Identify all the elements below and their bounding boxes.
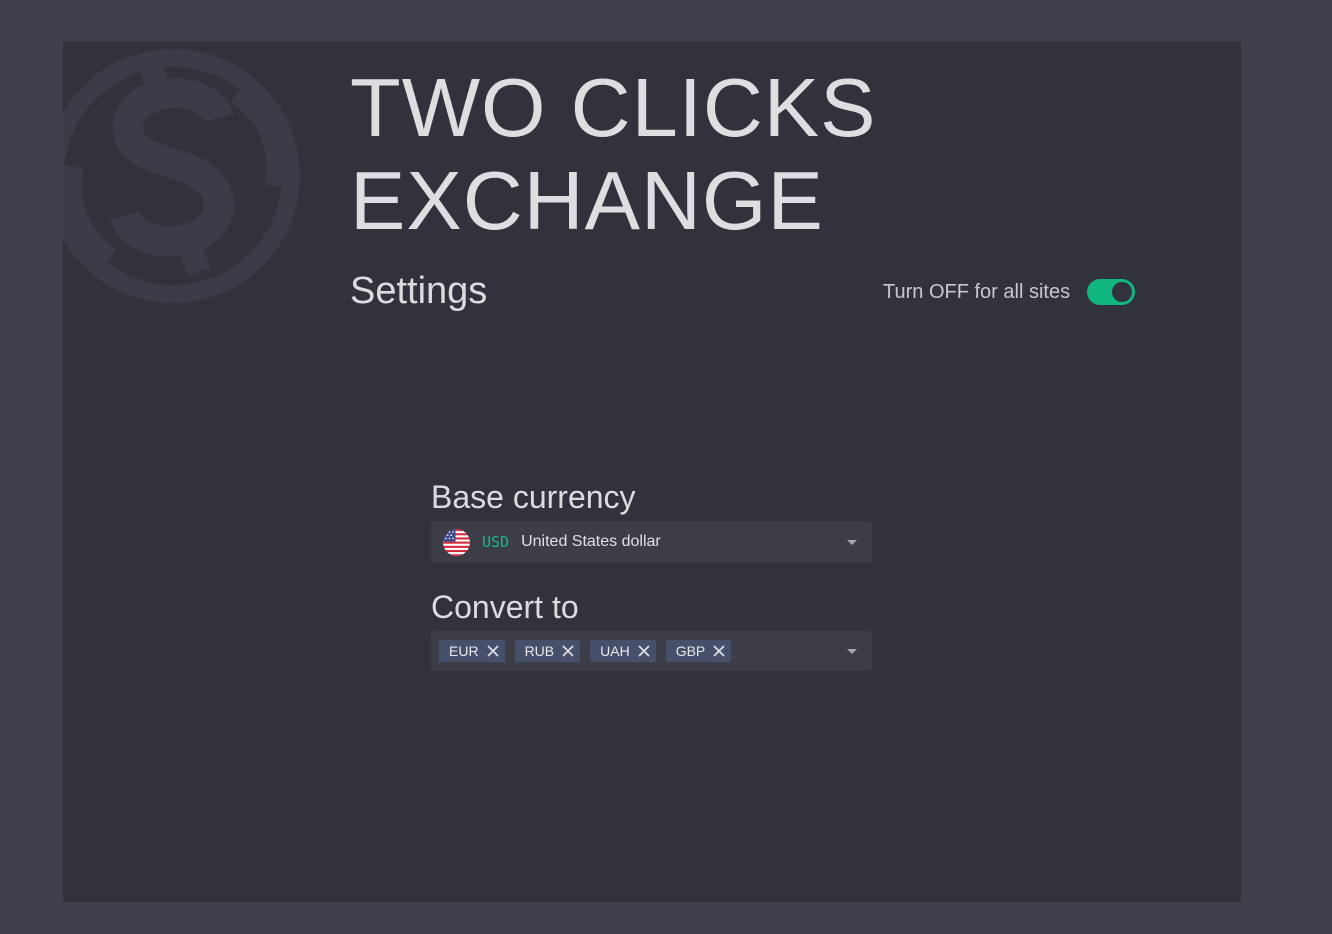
- tag-label: UAH: [600, 643, 630, 659]
- currency-tag-eur: EUR: [439, 640, 505, 662]
- settings-panel: TWO CLICKS EXCHANGE Settings Turn OFF fo…: [63, 41, 1241, 902]
- currency-tag-uah: UAH: [590, 640, 656, 662]
- us-flag-icon: [443, 528, 470, 556]
- dollar-coin-icon: [63, 49, 300, 303]
- app-title: TWO CLICKS EXCHANGE: [350, 61, 876, 247]
- close-icon[interactable]: [713, 645, 725, 657]
- base-currency-select[interactable]: USD United States dollar: [431, 521, 872, 563]
- base-currency-name: United States dollar: [521, 533, 661, 550]
- toggle-label: Turn OFF for all sites: [883, 280, 1071, 303]
- close-icon[interactable]: [487, 645, 499, 657]
- base-currency-code: USD: [482, 533, 510, 551]
- currency-tag-rub: RUB: [514, 640, 581, 662]
- settings-heading: Settings: [350, 270, 488, 312]
- convert-to-label: Convert to: [431, 589, 579, 625]
- close-icon[interactable]: [562, 645, 574, 657]
- currency-tag-gbp: GBP: [665, 640, 732, 662]
- chevron-down-icon: [847, 540, 857, 545]
- close-icon[interactable]: [638, 645, 650, 657]
- app-title-line-1: TWO CLICKS: [350, 61, 877, 154]
- toggle-knob: [1112, 282, 1133, 302]
- tag-label: RUB: [524, 643, 555, 659]
- convert-to-select[interactable]: EUR RUB UAH GBP: [431, 631, 872, 671]
- tag-label: EUR: [449, 643, 479, 659]
- disable-all-sites-row: Turn OFF for all sites: [883, 277, 1136, 307]
- disable-all-sites-toggle[interactable]: [1087, 279, 1136, 305]
- base-currency-label: Base currency: [431, 479, 636, 515]
- chevron-down-icon: [847, 649, 857, 654]
- convert-to-tags: EUR RUB UAH GBP: [439, 640, 741, 662]
- app-title-line-2: EXCHANGE: [350, 154, 824, 247]
- tag-label: GBP: [675, 643, 706, 659]
